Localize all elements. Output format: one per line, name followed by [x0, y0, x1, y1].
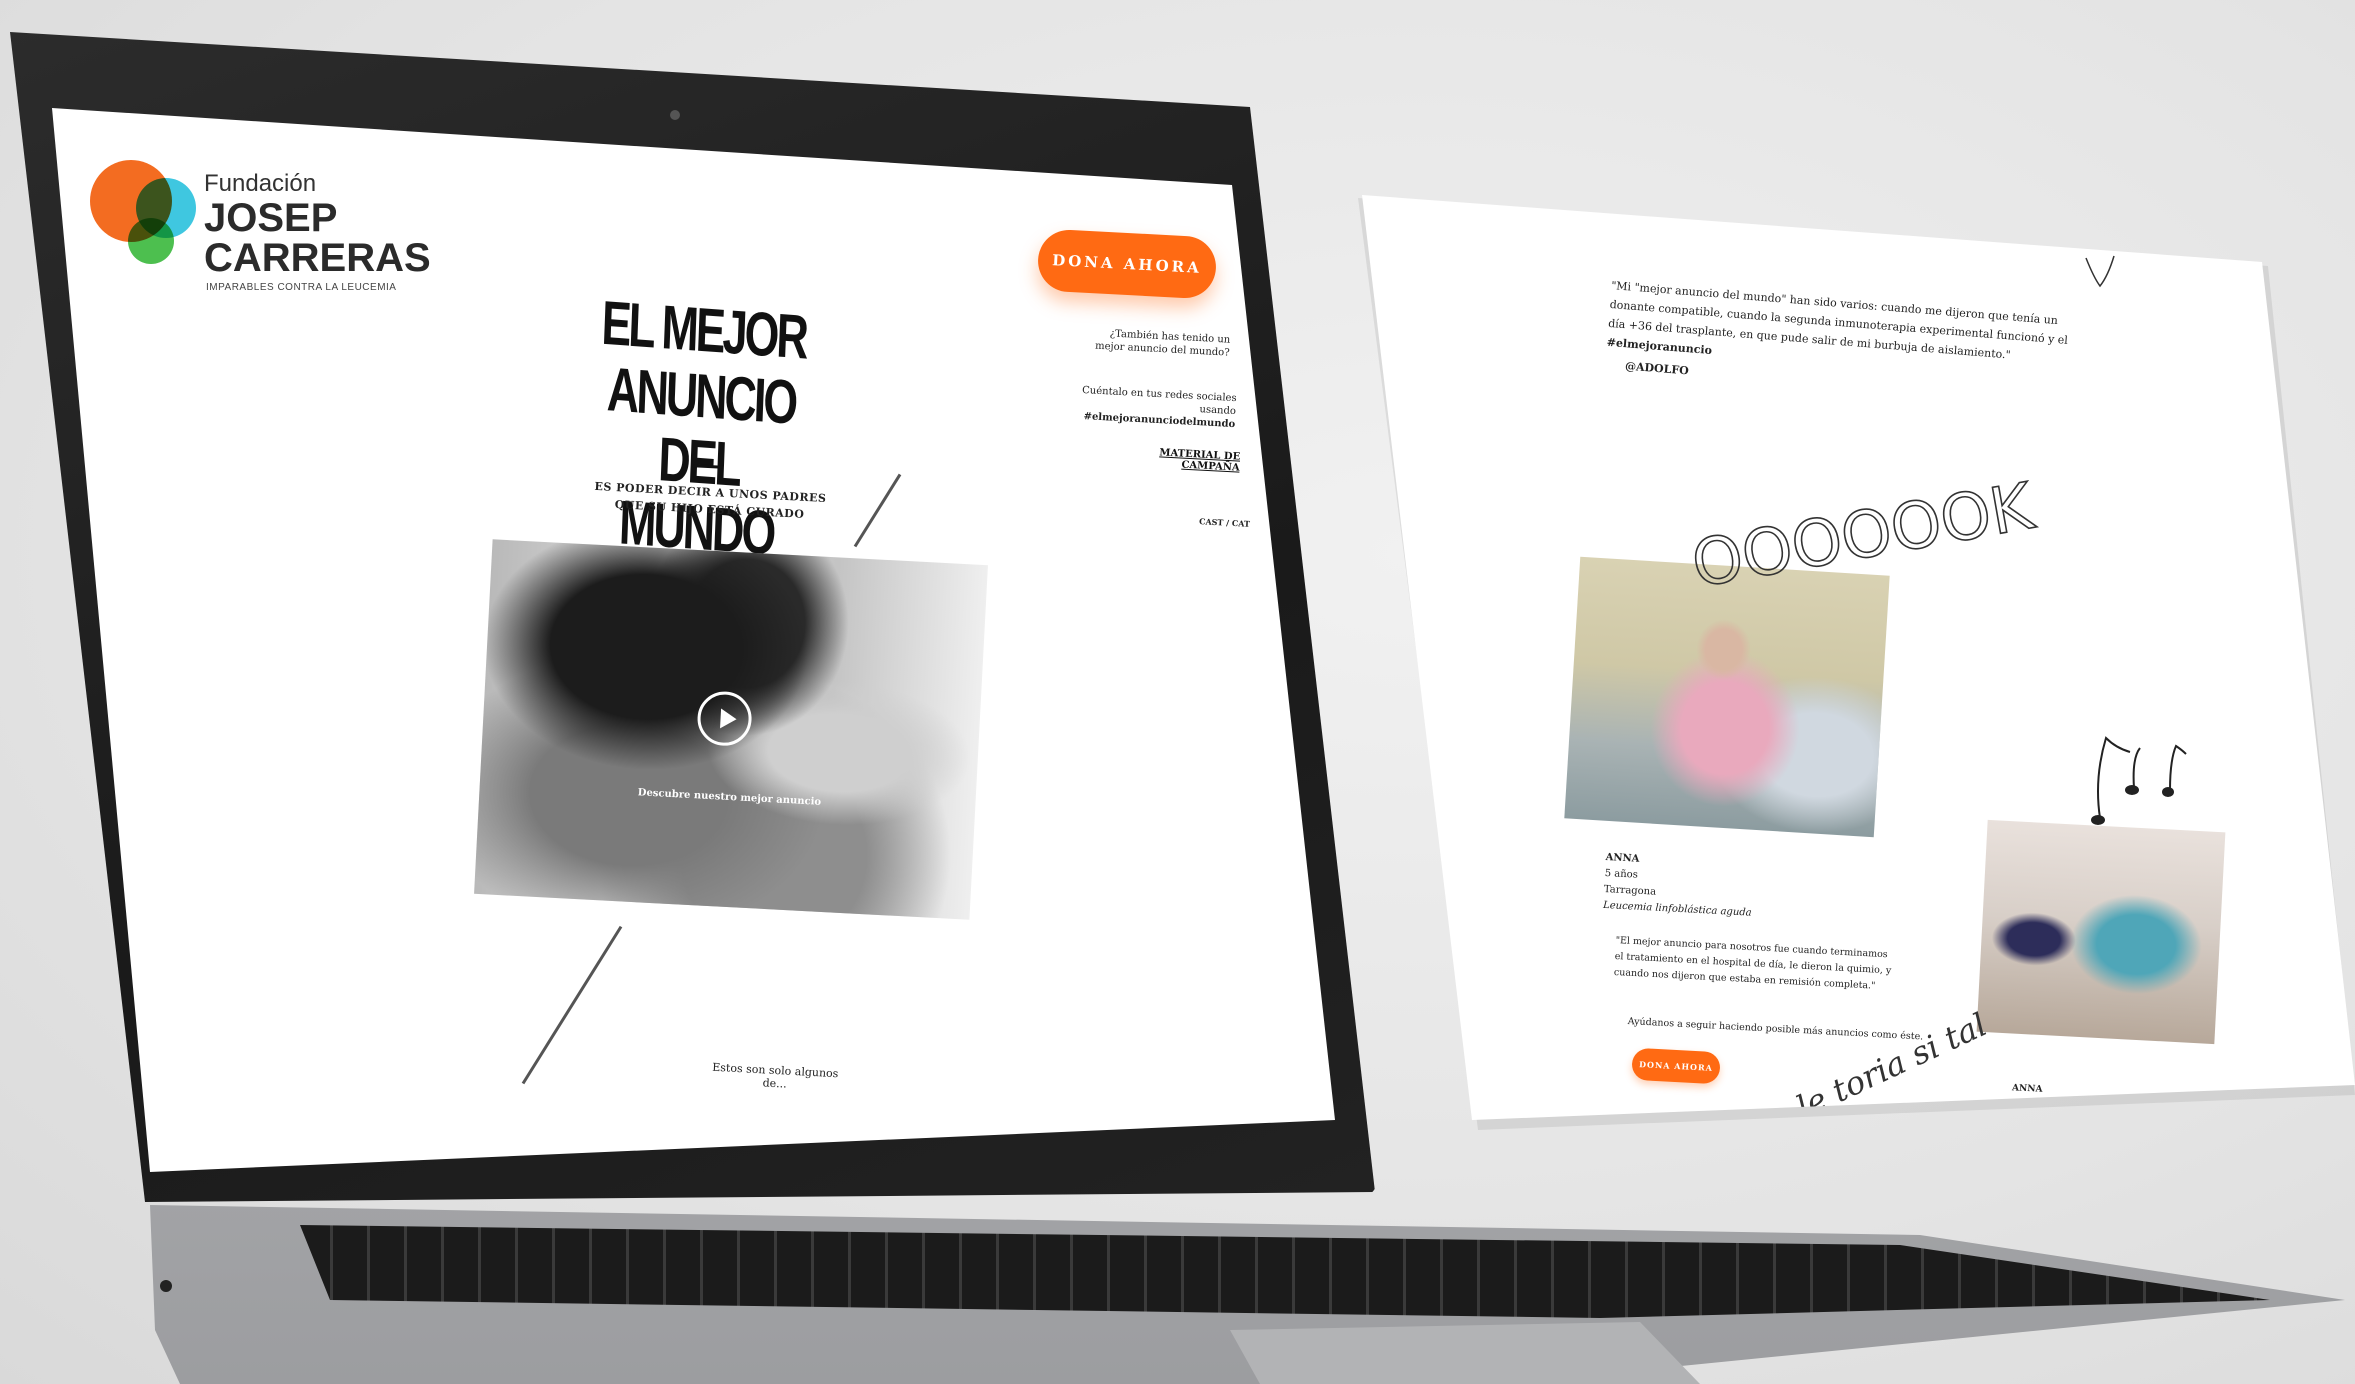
fundacion-logo[interactable]: Fundación JOSEP CARRERAS IMPARABLES CONT…: [88, 158, 431, 308]
language-switch[interactable]: CAST / CAT: [1180, 515, 1250, 529]
second-story-name: ANNA: [2011, 1083, 2043, 1095]
power-light-icon: [160, 1280, 172, 1292]
anna-diagnosis: Leucemia linfoblástica aguda: [1602, 899, 1752, 919]
adolfo-handle: @ADOLFO: [1624, 359, 1690, 378]
panel-donate-button[interactable]: DONA AHORA: [1631, 1047, 1721, 1085]
anna-hospital-photo: [1564, 556, 1890, 838]
hero-title: EL MEJOR ANUNCIO DEL MUNDO: [600, 288, 808, 569]
stories-intro: Estos son solo algunos de...: [711, 1060, 839, 1091]
logo-tagline: IMPARABLES CONTRA LA LEUCEMIA: [206, 282, 397, 293]
diagonal-line-bottom: [521, 925, 623, 1085]
side-question: ¿También has tenido un mejor anuncio del…: [1094, 328, 1231, 359]
heart-doodle: [2085, 255, 2115, 288]
video-caption: Descubre nuestro mejor anuncio: [637, 787, 822, 808]
anna-quote: "El mejor anuncio para nosotros fue cuan…: [1613, 934, 1892, 992]
anna-details: ANNA 5 años Tarragona Leucemia linfoblás…: [1603, 850, 1826, 925]
donate-button[interactable]: DONA AHORA: [1036, 228, 1218, 300]
campaign-video[interactable]: Descubre nuestro mejor anuncio: [474, 539, 988, 920]
hospital-room-photo: [1976, 819, 2226, 1045]
side-cta: Cuéntalo en tus redes sociales usando #e…: [1079, 384, 1237, 431]
material-link[interactable]: MATERIAL DE CAMPAÑA: [1100, 444, 1240, 473]
help-text: Ayúdanos a seguir haciendo posible más a…: [1627, 1016, 1924, 1043]
diagonal-line-top: [853, 473, 902, 548]
logo-main-text: JOSEP CARRERAS: [204, 196, 431, 280]
music-notes-icon: [2091, 736, 2187, 825]
mockup-scene: "Mi "mejor anuncio del mundo" han sido v…: [0, 0, 2355, 1384]
logo-top-text: Fundación: [204, 170, 317, 197]
webcam-icon: [670, 110, 680, 120]
play-icon[interactable]: [696, 690, 753, 748]
anna-name: ANNA: [1605, 851, 1640, 865]
anna-age: 5 años: [1604, 867, 1639, 881]
logo-green-circle: [128, 218, 174, 264]
anna-city: Tarragona: [1603, 883, 1657, 898]
